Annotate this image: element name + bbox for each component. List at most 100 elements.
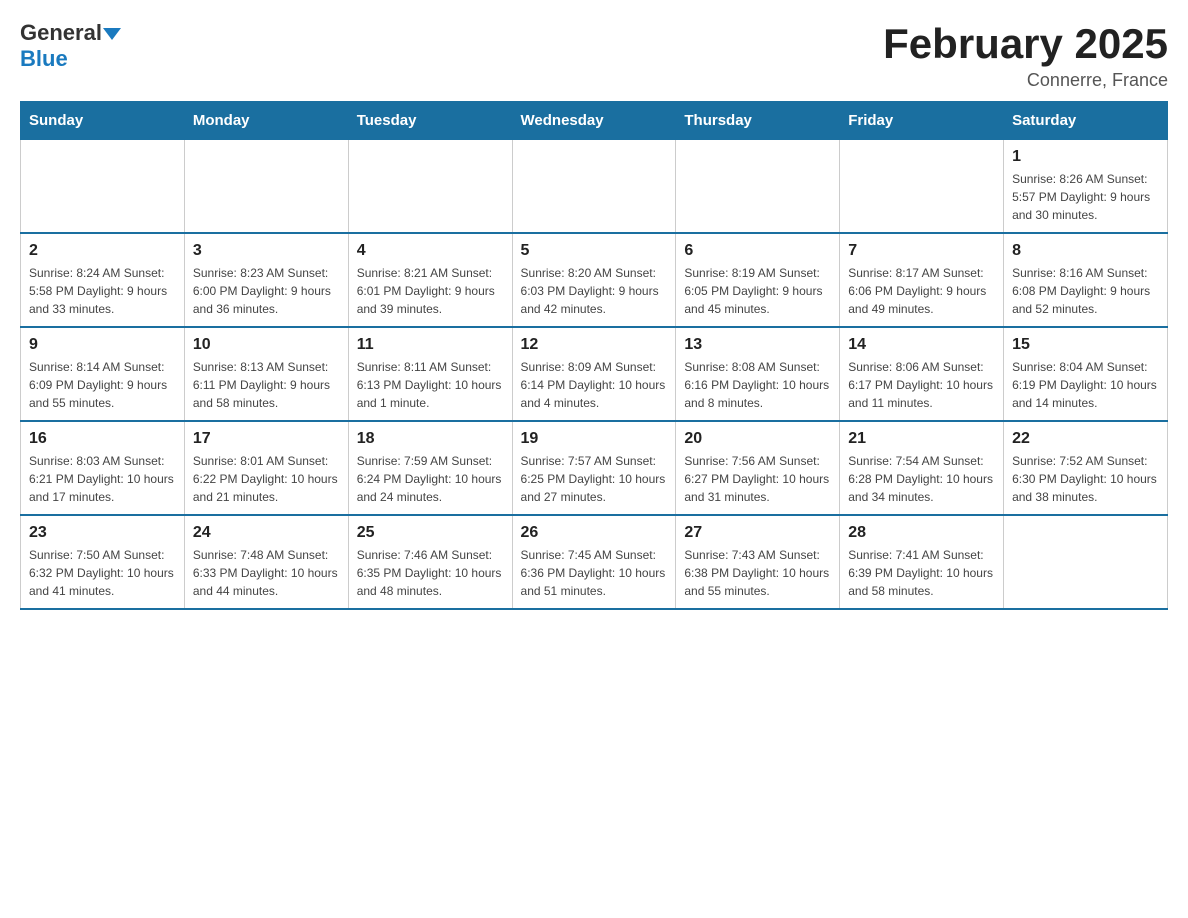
calendar-week-1: 1 Sunrise: 8:26 AM Sunset: 5:57 PM Daylig… (21, 140, 1168, 234)
day-info: Sunrise: 8:20 AM Sunset: 6:03 PM Dayligh… (521, 264, 668, 318)
column-header-sunday: Sunday (21, 102, 185, 140)
calendar-cell: 9 Sunrise: 8:14 AM Sunset: 6:09 PM Daylig… (21, 327, 185, 421)
logo-arrow-icon (103, 28, 121, 40)
day-info: Sunrise: 7:41 AM Sunset: 6:39 PM Dayligh… (848, 546, 995, 600)
calendar-cell: 25 Sunrise: 7:46 AM Sunset: 6:35 PM Dayli… (348, 515, 512, 609)
day-info: Sunrise: 7:50 AM Sunset: 6:32 PM Dayligh… (29, 546, 176, 600)
calendar-cell (348, 140, 512, 234)
day-number: 19 (521, 430, 668, 448)
column-header-thursday: Thursday (676, 102, 840, 140)
calendar-cell: 8 Sunrise: 8:16 AM Sunset: 6:08 PM Daylig… (1004, 233, 1168, 327)
day-number: 28 (848, 524, 995, 542)
calendar-cell (840, 140, 1004, 234)
day-info: Sunrise: 8:23 AM Sunset: 6:00 PM Dayligh… (193, 264, 340, 318)
calendar-week-3: 9 Sunrise: 8:14 AM Sunset: 6:09 PM Daylig… (21, 327, 1168, 421)
day-number: 7 (848, 242, 995, 260)
calendar-cell (21, 140, 185, 234)
day-number: 13 (684, 336, 831, 354)
day-number: 25 (357, 524, 504, 542)
day-info: Sunrise: 7:43 AM Sunset: 6:38 PM Dayligh… (684, 546, 831, 600)
calendar-cell: 6 Sunrise: 8:19 AM Sunset: 6:05 PM Daylig… (676, 233, 840, 327)
calendar-cell: 16 Sunrise: 8:03 AM Sunset: 6:21 PM Dayli… (21, 421, 185, 515)
day-info: Sunrise: 8:06 AM Sunset: 6:17 PM Dayligh… (848, 358, 995, 412)
calendar-cell: 21Sunrise: 7:54 AM Sunset: 6:28 PM Dayli… (840, 421, 1004, 515)
page-header: General Blue February 2025 Connerre, Fra… (20, 20, 1168, 91)
day-number: 24 (193, 524, 340, 542)
day-number: 18 (357, 430, 504, 448)
day-info: Sunrise: 8:14 AM Sunset: 6:09 PM Dayligh… (29, 358, 176, 412)
calendar-cell: 5 Sunrise: 8:20 AM Sunset: 6:03 PM Daylig… (512, 233, 676, 327)
column-header-tuesday: Tuesday (348, 102, 512, 140)
day-info: Sunrise: 7:59 AM Sunset: 6:24 PM Dayligh… (357, 452, 504, 506)
day-number: 15 (1012, 336, 1159, 354)
day-info: Sunrise: 7:52 AM Sunset: 6:30 PM Dayligh… (1012, 452, 1159, 506)
day-info: Sunrise: 8:09 AM Sunset: 6:14 PM Dayligh… (521, 358, 668, 412)
calendar-cell (1004, 515, 1168, 609)
calendar-cell: 24Sunrise: 7:48 AM Sunset: 6:33 PM Dayli… (184, 515, 348, 609)
day-number: 16 (29, 430, 176, 448)
logo-blue-text: Blue (20, 46, 68, 72)
column-header-friday: Friday (840, 102, 1004, 140)
location: Connerre, France (883, 70, 1168, 91)
day-info: Sunrise: 8:13 AM Sunset: 6:11 PM Dayligh… (193, 358, 340, 412)
calendar-cell: 4 Sunrise: 8:21 AM Sunset: 6:01 PM Daylig… (348, 233, 512, 327)
day-number: 11 (357, 336, 504, 354)
calendar-cell: 26 Sunrise: 7:45 AM Sunset: 6:36 PM Dayli… (512, 515, 676, 609)
day-info: Sunrise: 8:26 AM Sunset: 5:57 PM Dayligh… (1012, 170, 1159, 224)
day-info: Sunrise: 8:17 AM Sunset: 6:06 PM Dayligh… (848, 264, 995, 318)
day-number: 6 (684, 242, 831, 260)
calendar-cell (676, 140, 840, 234)
calendar-cell: 18 Sunrise: 7:59 AM Sunset: 6:24 PM Dayli… (348, 421, 512, 515)
calendar-cell: 19 Sunrise: 7:57 AM Sunset: 6:25 PM Dayli… (512, 421, 676, 515)
calendar-cell: 3 Sunrise: 8:23 AM Sunset: 6:00 PM Daylig… (184, 233, 348, 327)
title-section: February 2025 Connerre, France (883, 20, 1168, 91)
column-header-wednesday: Wednesday (512, 102, 676, 140)
calendar-cell (512, 140, 676, 234)
calendar-header-row: SundayMondayTuesdayWednesdayThursdayFrid… (21, 102, 1168, 140)
day-info: Sunrise: 7:45 AM Sunset: 6:36 PM Dayligh… (521, 546, 668, 600)
day-info: Sunrise: 7:46 AM Sunset: 6:35 PM Dayligh… (357, 546, 504, 600)
calendar-cell: 15Sunrise: 8:04 AM Sunset: 6:19 PM Dayli… (1004, 327, 1168, 421)
calendar-cell: 7 Sunrise: 8:17 AM Sunset: 6:06 PM Daylig… (840, 233, 1004, 327)
calendar-cell: 14 Sunrise: 8:06 AM Sunset: 6:17 PM Dayli… (840, 327, 1004, 421)
calendar-cell: 11 Sunrise: 8:11 AM Sunset: 6:13 PM Dayli… (348, 327, 512, 421)
day-number: 5 (521, 242, 668, 260)
calendar-cell: 28 Sunrise: 7:41 AM Sunset: 6:39 PM Dayli… (840, 515, 1004, 609)
column-header-monday: Monday (184, 102, 348, 140)
calendar-cell (184, 140, 348, 234)
day-info: Sunrise: 8:08 AM Sunset: 6:16 PM Dayligh… (684, 358, 831, 412)
day-info: Sunrise: 8:19 AM Sunset: 6:05 PM Dayligh… (684, 264, 831, 318)
day-number: 22 (1012, 430, 1159, 448)
day-info: Sunrise: 8:24 AM Sunset: 5:58 PM Dayligh… (29, 264, 176, 318)
day-number: 3 (193, 242, 340, 260)
day-number: 8 (1012, 242, 1159, 260)
calendar-cell: 1 Sunrise: 8:26 AM Sunset: 5:57 PM Daylig… (1004, 140, 1168, 234)
day-info: Sunrise: 7:57 AM Sunset: 6:25 PM Dayligh… (521, 452, 668, 506)
calendar-cell: 17Sunrise: 8:01 AM Sunset: 6:22 PM Dayli… (184, 421, 348, 515)
day-info: Sunrise: 8:16 AM Sunset: 6:08 PM Dayligh… (1012, 264, 1159, 318)
day-info: Sunrise: 8:21 AM Sunset: 6:01 PM Dayligh… (357, 264, 504, 318)
day-info: Sunrise: 8:11 AM Sunset: 6:13 PM Dayligh… (357, 358, 504, 412)
calendar-table: SundayMondayTuesdayWednesdayThursdayFrid… (20, 101, 1168, 610)
day-info: Sunrise: 8:01 AM Sunset: 6:22 PM Dayligh… (193, 452, 340, 506)
column-header-saturday: Saturday (1004, 102, 1168, 140)
calendar-cell: 27 Sunrise: 7:43 AM Sunset: 6:38 PM Dayli… (676, 515, 840, 609)
day-info: Sunrise: 8:03 AM Sunset: 6:21 PM Dayligh… (29, 452, 176, 506)
day-number: 21 (848, 430, 995, 448)
day-number: 27 (684, 524, 831, 542)
day-number: 23 (29, 524, 176, 542)
day-number: 2 (29, 242, 176, 260)
logo: General Blue (20, 20, 121, 72)
day-number: 10 (193, 336, 340, 354)
day-number: 1 (1012, 148, 1159, 166)
day-number: 26 (521, 524, 668, 542)
day-number: 4 (357, 242, 504, 260)
day-number: 14 (848, 336, 995, 354)
calendar-cell: 22 Sunrise: 7:52 AM Sunset: 6:30 PM Dayli… (1004, 421, 1168, 515)
calendar-cell: 2 Sunrise: 8:24 AM Sunset: 5:58 PM Daylig… (21, 233, 185, 327)
calendar-cell: 20Sunrise: 7:56 AM Sunset: 6:27 PM Dayli… (676, 421, 840, 515)
day-number: 9 (29, 336, 176, 354)
calendar-week-4: 16 Sunrise: 8:03 AM Sunset: 6:21 PM Dayli… (21, 421, 1168, 515)
calendar-week-2: 2 Sunrise: 8:24 AM Sunset: 5:58 PM Daylig… (21, 233, 1168, 327)
calendar-cell: 10 Sunrise: 8:13 AM Sunset: 6:11 PM Dayli… (184, 327, 348, 421)
